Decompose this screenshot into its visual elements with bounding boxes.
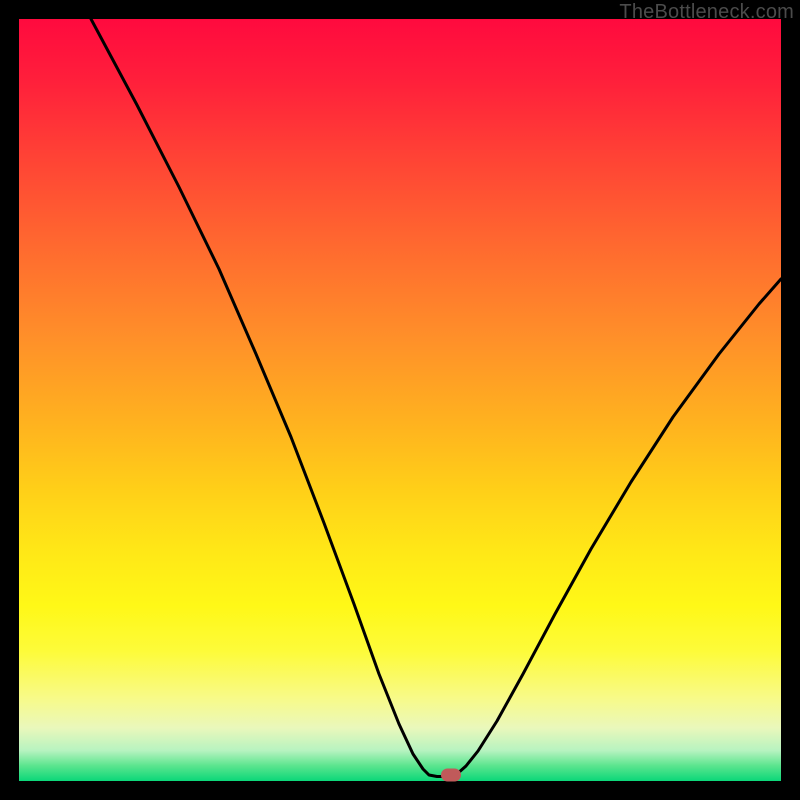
optimal-point-marker <box>441 769 461 782</box>
bottleneck-curve <box>19 19 781 781</box>
plot-area <box>19 19 781 781</box>
chart-stage: TheBottleneck.com <box>0 0 800 800</box>
